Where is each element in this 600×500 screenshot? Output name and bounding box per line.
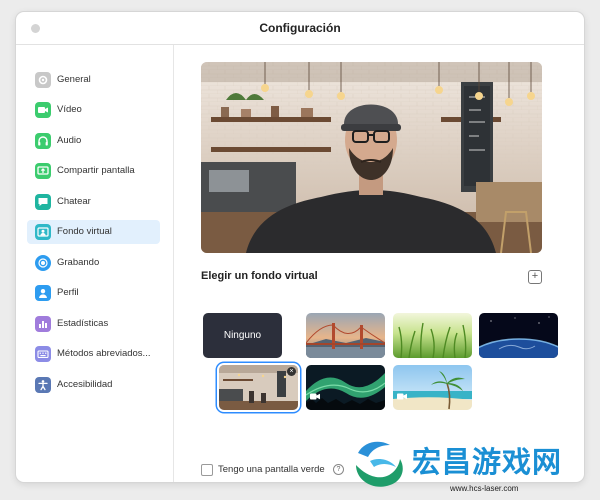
keyboard-icon — [35, 346, 51, 362]
accessibility-icon — [35, 377, 51, 393]
gear-icon — [35, 72, 51, 88]
sidebar-item-label: Compartir pantalla — [57, 165, 135, 176]
thumbnail-label: Ninguno — [223, 330, 262, 341]
sidebar-item-accessibility[interactable]: Accesibilidad — [27, 373, 160, 397]
video-icon — [35, 102, 51, 118]
green-screen-checkbox[interactable] — [201, 464, 213, 476]
profile-icon — [35, 285, 51, 301]
title-bar: Configuración — [16, 12, 584, 45]
sidebar-item-chat[interactable]: Chatear — [27, 190, 160, 214]
video-background-icon — [310, 387, 320, 405]
help-icon[interactable]: ? — [333, 464, 344, 475]
background-thumbnail-earth[interactable] — [479, 313, 558, 358]
sidebar-item-label: Chatear — [57, 196, 91, 207]
share-screen-icon — [35, 163, 51, 179]
settings-window: Configuración General Vídeo Audio Compar… — [16, 12, 584, 482]
sidebar-item-label: Grabando — [57, 257, 100, 268]
headphones-icon — [35, 133, 51, 149]
background-thumbnail-aurora[interactable] — [306, 365, 385, 410]
background-thumbnail-cafe[interactable]: × — [219, 365, 298, 410]
video-background-icon — [397, 387, 407, 405]
sidebar-item-label: Accesibilidad — [57, 379, 113, 390]
site-watermark: 宏昌游戏网 www.hcs-laser.com — [348, 435, 596, 497]
sidebar-item-virtual-background[interactable]: Fondo virtual — [27, 220, 160, 244]
sidebar-item-label: Estadísticas — [57, 318, 109, 329]
watermark-url: www.hcs-laser.com — [450, 484, 519, 493]
chat-icon — [35, 194, 51, 210]
sidebar-item-recording[interactable]: Grabando — [27, 251, 160, 275]
sidebar-item-share-screen[interactable]: Compartir pantalla — [27, 159, 160, 183]
green-screen-label[interactable]: Tengo una pantalla verde — [218, 463, 325, 476]
background-thumbnail-grass[interactable] — [393, 313, 472, 358]
sidebar-item-label: Vídeo — [57, 104, 82, 115]
sidebar-item-label: Audio — [57, 135, 82, 146]
background-thumbnail-none[interactable]: Ninguno — [203, 313, 282, 358]
sidebar-item-statistics[interactable]: Estadísticas — [27, 312, 160, 336]
window-title: Configuración — [259, 21, 341, 35]
record-icon — [35, 255, 51, 271]
settings-sidebar: General Vídeo Audio Compartir pantalla C… — [16, 45, 174, 482]
sidebar-item-label: Perfil — [57, 287, 79, 298]
virtual-background-panel: Elegir un fondo virtual + Ninguno × Teng… — [174, 45, 584, 482]
watermark-text: 宏昌游戏网 — [412, 447, 563, 479]
virtual-background-icon — [35, 224, 51, 240]
statistics-icon — [35, 316, 51, 332]
camera-preview — [201, 62, 542, 253]
sidebar-item-profile[interactable]: Perfil — [27, 281, 160, 305]
sidebar-item-general[interactable]: General — [27, 68, 160, 92]
sidebar-item-label: Fondo virtual — [57, 226, 112, 237]
sidebar-item-label: Métodos abreviados... — [57, 348, 151, 359]
sidebar-item-audio[interactable]: Audio — [27, 129, 160, 153]
plus-icon[interactable]: + — [528, 270, 542, 284]
sidebar-item-label: General — [57, 74, 91, 85]
watermark-logo-icon — [356, 441, 403, 487]
section-title: Elegir un fondo virtual — [201, 270, 318, 282]
sidebar-item-video[interactable]: Vídeo — [27, 98, 160, 122]
background-thumbnail-golden-gate[interactable] — [306, 313, 385, 358]
background-thumbnail-beach[interactable] — [393, 365, 472, 410]
remove-background-icon[interactable]: × — [287, 367, 296, 376]
sidebar-item-shortcuts[interactable]: Métodos abreviados... — [27, 342, 160, 366]
